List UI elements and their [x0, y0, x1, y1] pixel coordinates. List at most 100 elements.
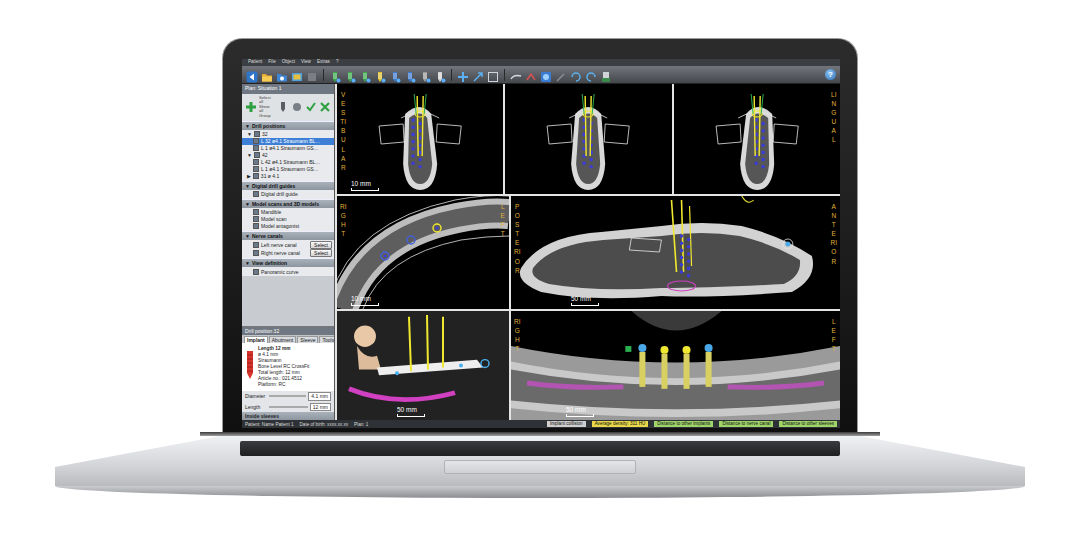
info-line: Total length: 12 mm — [258, 370, 309, 376]
tree-item[interactable]: Model scan — [242, 216, 334, 223]
orientation-label: LINGUAL — [830, 90, 837, 145]
separator — [504, 69, 505, 81]
tab-label[interactable]: Implant — [247, 337, 265, 343]
collapsed-section[interactable]: Inside sleeves — [242, 412, 334, 420]
parameter-track[interactable] — [269, 406, 308, 408]
info-line: Platform: RC — [258, 382, 309, 388]
open-folder-icon — [261, 69, 273, 81]
visibility-checkbox[interactable] — [253, 250, 259, 256]
toggle-glyph[interactable]: ▼ — [245, 201, 250, 207]
tree-item[interactable]: Model antagonist — [242, 223, 334, 230]
section-items: Digital drill guide — [242, 190, 334, 199]
tree-item[interactable]: Left nerve canal Select — [242, 241, 334, 249]
tree-item[interactable]: L 32 ø4.1 Straumann BL… — [242, 138, 334, 145]
visibility-checkbox[interactable] — [254, 152, 260, 158]
implant-details: Length 12 mmø 4.1 mmStraumannBone Level … — [242, 343, 334, 391]
menu-item[interactable]: Patient — [248, 60, 262, 65]
print-icon — [600, 69, 612, 81]
menu-item[interactable]: File — [268, 60, 275, 65]
visibility-checkbox[interactable] — [253, 138, 259, 144]
tab-label[interactable]: Sleeve — [300, 337, 315, 343]
toggle-glyph[interactable]: ▼ — [247, 131, 252, 137]
tree-item[interactable]: L 1 ø4.1 Straumann GS… — [242, 145, 334, 152]
plan-title: Plan: Situation 1 — [242, 84, 334, 94]
help-button[interactable]: ? — [825, 69, 836, 80]
caption-line: Select all — [259, 96, 273, 105]
viewport-row: 50 mmRIGHTLEFT50 mm — [337, 311, 840, 420]
toggle-glyph[interactable]: ▼ — [247, 152, 252, 158]
tree-item[interactable]: L 1 ø4.1 Straumann GS… — [242, 166, 334, 173]
viewport[interactable]: LINGUAL — [674, 84, 840, 194]
parameter-value[interactable]: 4.1 mm — [308, 392, 331, 401]
tree-item[interactable]: L 42 ø4.1 Straumann BL… — [242, 159, 334, 166]
item-label: Left nerve canal — [261, 242, 297, 248]
move-icon — [457, 69, 469, 81]
tree-item[interactable]: Right nerve canalSelect — [242, 249, 334, 257]
toggle-glyph[interactable]: ▼ — [245, 260, 250, 266]
tree-item[interactable]: Panoramic curve — [242, 268, 334, 275]
tab[interactable]: Implant — [244, 336, 268, 344]
visibility-checkbox[interactable] — [254, 131, 260, 137]
visibility-checkbox[interactable] — [253, 159, 259, 165]
tree-item[interactable]: ▶31 ø 4.1 — [242, 173, 334, 180]
viewport-row: VESTIBULAR10 mm LINGUAL — [337, 84, 840, 194]
visibility-checkbox[interactable] — [253, 173, 259, 179]
tab[interactable]: Abutment — [269, 336, 296, 344]
select-button[interactable]: Select — [310, 249, 332, 257]
tab[interactable]: Sleeve — [297, 336, 318, 344]
section-header[interactable]: ▼Nerve canals — [242, 231, 334, 240]
visibility-checkbox[interactable] — [253, 145, 259, 151]
implant-tool-icon — [389, 69, 401, 81]
status-bar: Patient: Name Patient 1Date of birth: xx… — [242, 420, 840, 428]
section-header[interactable]: ▼View definition — [242, 258, 334, 267]
3d-scan-image — [337, 311, 509, 420]
implant-info: Length 12 mmø 4.1 mmStraumannBone Level … — [258, 346, 309, 388]
tree-item[interactable]: Digital drill guide — [242, 191, 334, 198]
tree-item[interactable]: Mandible — [242, 209, 334, 216]
tab-label[interactable]: Tools — [322, 337, 334, 343]
tab-label[interactable]: Abutment — [272, 337, 293, 343]
toggle-glyph[interactable]: ▼ — [245, 123, 250, 129]
section-header[interactable]: ▼Digital drill guides — [242, 181, 334, 190]
visibility-checkbox[interactable] — [253, 269, 259, 275]
tree-item[interactable]: ▼42 — [242, 152, 334, 159]
tree-item[interactable]: ▼32 — [242, 131, 334, 138]
visibility-checkbox[interactable] — [253, 191, 259, 197]
menu-item[interactable]: Object — [282, 60, 295, 65]
toggle-glyph[interactable]: ▼ — [245, 233, 250, 239]
panel-title: Drill position 32 — [242, 327, 334, 335]
viewport[interactable]: 50 mm — [337, 311, 509, 420]
section-items: MandibleModel scanModel antagonist — [242, 208, 334, 231]
implant-screw-icon — [245, 350, 255, 380]
section-header[interactable]: ▼Drill positions — [242, 121, 334, 130]
toggle-glyph[interactable]: ▼ — [245, 183, 250, 189]
section-title: Digital drill guides — [252, 183, 295, 189]
item-label: L 42 ø4.1 Straumann BL… — [261, 159, 320, 165]
viewport[interactable]: POSTERIORANTERIOR50 mm — [511, 196, 840, 309]
viewport[interactable]: VESTIBULAR10 mm — [337, 84, 503, 194]
item-label: L 32 ø4.1 Straumann BL… — [261, 138, 320, 144]
scale-bar: 10 mm — [351, 180, 379, 191]
visibility-checkbox[interactable] — [253, 209, 259, 215]
toggle-glyph[interactable]: ▶ — [247, 173, 251, 179]
viewport[interactable]: RIGHTLEFT10 mm — [337, 196, 509, 309]
menu-item[interactable]: View — [301, 60, 311, 65]
item-label: Panoramic curve — [261, 269, 299, 275]
section-header[interactable]: ▼Model scans and 3D models — [242, 199, 334, 208]
parameter-track[interactable] — [269, 395, 306, 397]
tool-caption: Select allShow allGroup — [259, 96, 273, 119]
visibility-checkbox[interactable] — [253, 242, 259, 248]
viewport[interactable] — [505, 84, 671, 194]
select-button[interactable]: Select — [310, 241, 332, 249]
viewport[interactable]: RIGHTLEFT50 mm — [511, 311, 840, 420]
visibility-checkbox[interactable] — [253, 166, 259, 172]
parameter-value[interactable]: 12 mm — [310, 403, 331, 412]
visibility-checkbox[interactable] — [253, 216, 259, 222]
menu-item[interactable]: ? — [336, 60, 339, 65]
menu-item[interactable]: Extras — [317, 60, 330, 65]
scale-line — [397, 414, 425, 417]
visibility-checkbox[interactable] — [253, 223, 259, 229]
tab[interactable]: Tools — [319, 336, 335, 344]
tab-bar: Implant Abutment Sleeve Tools — [242, 335, 334, 344]
item-label: L 1 ø4.1 Straumann GS… — [261, 145, 319, 151]
